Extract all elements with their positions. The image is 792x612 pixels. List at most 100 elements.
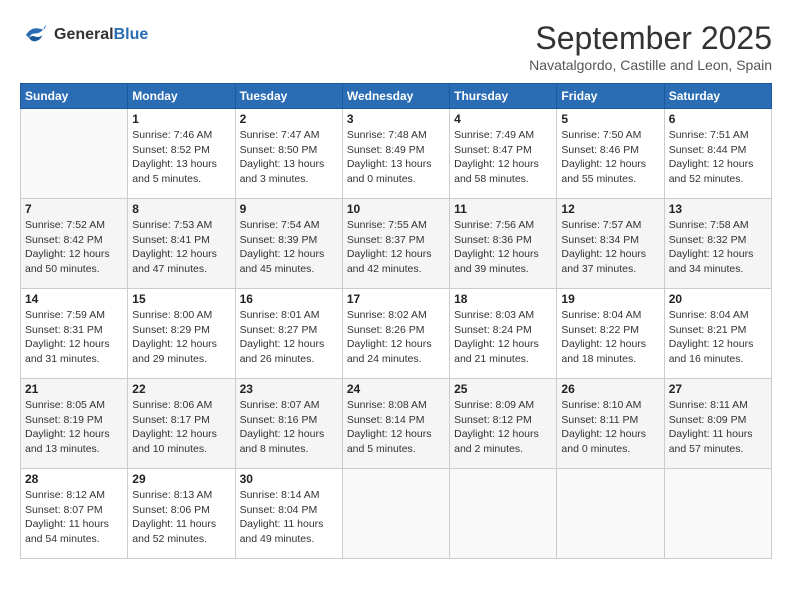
day-info: Sunrise: 7:53 AM Sunset: 8:41 PM Dayligh… bbox=[132, 218, 230, 277]
calendar-day-cell: 4 Sunrise: 7:49 AM Sunset: 8:47 PM Daylig… bbox=[450, 109, 557, 199]
calendar-table: SundayMondayTuesdayWednesdayThursdayFrid… bbox=[20, 83, 772, 559]
calendar-day-cell: 18 Sunrise: 8:03 AM Sunset: 8:24 PM Dayli… bbox=[450, 289, 557, 379]
day-number: 4 bbox=[454, 112, 552, 126]
day-info: Sunrise: 7:59 AM Sunset: 8:31 PM Dayligh… bbox=[25, 308, 123, 367]
calendar-day-cell: 12Sunrise: 7:57 AM Sunset: 8:34 PM Dayli… bbox=[557, 199, 664, 289]
day-info: Sunrise: 8:00 AM Sunset: 8:29 PM Dayligh… bbox=[132, 308, 230, 367]
page-header: GeneralBlue September 2025 Navatalgordo,… bbox=[20, 20, 772, 73]
day-number: 24 bbox=[347, 382, 445, 396]
calendar-day-cell: 27Sunrise: 8:11 AM Sunset: 8:09 PM Dayli… bbox=[664, 379, 771, 469]
calendar-week-row: 21 Sunrise: 8:05 AM Sunset: 8:19 PM Dayli… bbox=[21, 379, 772, 469]
calendar-day-cell: 7Sunrise: 7:52 AM Sunset: 8:42 PM Daylig… bbox=[21, 199, 128, 289]
day-number: 13 bbox=[669, 202, 767, 216]
day-info: Sunrise: 7:56 AM Sunset: 8:36 PM Dayligh… bbox=[454, 218, 552, 277]
day-number: 6 bbox=[669, 112, 767, 126]
day-number: 1 bbox=[132, 112, 230, 126]
calendar-day-cell bbox=[664, 469, 771, 559]
calendar-week-row: 1 Sunrise: 7:46 AM Sunset: 8:52 PM Daylig… bbox=[21, 109, 772, 199]
day-number: 27 bbox=[669, 382, 767, 396]
calendar-day-cell: 11 Sunrise: 7:56 AM Sunset: 8:36 PM Dayli… bbox=[450, 199, 557, 289]
weekday-header: Sunday bbox=[21, 84, 128, 109]
day-number: 28 bbox=[25, 472, 123, 486]
day-info: Sunrise: 8:04 AM Sunset: 8:22 PM Dayligh… bbox=[561, 308, 659, 367]
day-number: 10 bbox=[347, 202, 445, 216]
day-info: Sunrise: 8:12 AM Sunset: 8:07 PM Dayligh… bbox=[25, 488, 123, 547]
day-info: Sunrise: 7:55 AM Sunset: 8:37 PM Dayligh… bbox=[347, 218, 445, 277]
calendar-day-cell: 19 Sunrise: 8:04 AM Sunset: 8:22 PM Dayli… bbox=[557, 289, 664, 379]
day-number: 3 bbox=[347, 112, 445, 126]
weekday-header: Monday bbox=[128, 84, 235, 109]
day-info: Sunrise: 8:02 AM Sunset: 8:26 PM Dayligh… bbox=[347, 308, 445, 367]
day-number: 26 bbox=[561, 382, 659, 396]
calendar-week-row: 7Sunrise: 7:52 AM Sunset: 8:42 PM Daylig… bbox=[21, 199, 772, 289]
day-number: 14 bbox=[25, 292, 123, 306]
calendar-day-cell bbox=[450, 469, 557, 559]
weekday-header: Friday bbox=[557, 84, 664, 109]
day-info: Sunrise: 8:06 AM Sunset: 8:17 PM Dayligh… bbox=[132, 398, 230, 457]
weekday-header: Saturday bbox=[664, 84, 771, 109]
calendar-day-cell: 26 Sunrise: 8:10 AM Sunset: 8:11 PM Dayli… bbox=[557, 379, 664, 469]
calendar-day-cell: 25Sunrise: 8:09 AM Sunset: 8:12 PM Dayli… bbox=[450, 379, 557, 469]
day-info: Sunrise: 8:09 AM Sunset: 8:12 PM Dayligh… bbox=[454, 398, 552, 457]
calendar-day-cell: 22Sunrise: 8:06 AM Sunset: 8:17 PM Dayli… bbox=[128, 379, 235, 469]
day-number: 16 bbox=[240, 292, 338, 306]
day-number: 20 bbox=[669, 292, 767, 306]
day-number: 2 bbox=[240, 112, 338, 126]
day-number: 15 bbox=[132, 292, 230, 306]
day-info: Sunrise: 7:49 AM Sunset: 8:47 PM Dayligh… bbox=[454, 128, 552, 187]
calendar-day-cell: 13 Sunrise: 7:58 AM Sunset: 8:32 PM Dayli… bbox=[664, 199, 771, 289]
day-number: 9 bbox=[240, 202, 338, 216]
day-number: 19 bbox=[561, 292, 659, 306]
title-area: September 2025 Navatalgordo, Castille an… bbox=[529, 20, 772, 73]
day-number: 7 bbox=[25, 202, 123, 216]
calendar-day-cell: 6 Sunrise: 7:51 AM Sunset: 8:44 PM Daylig… bbox=[664, 109, 771, 199]
day-number: 18 bbox=[454, 292, 552, 306]
calendar-day-cell: 8 Sunrise: 7:53 AM Sunset: 8:41 PM Daylig… bbox=[128, 199, 235, 289]
day-info: Sunrise: 8:03 AM Sunset: 8:24 PM Dayligh… bbox=[454, 308, 552, 367]
calendar-day-cell: 17Sunrise: 8:02 AM Sunset: 8:26 PM Dayli… bbox=[342, 289, 449, 379]
logo-icon bbox=[20, 20, 50, 50]
day-info: Sunrise: 8:08 AM Sunset: 8:14 PM Dayligh… bbox=[347, 398, 445, 457]
weekday-header: Wednesday bbox=[342, 84, 449, 109]
day-info: Sunrise: 8:05 AM Sunset: 8:19 PM Dayligh… bbox=[25, 398, 123, 457]
day-info: Sunrise: 8:04 AM Sunset: 8:21 PM Dayligh… bbox=[669, 308, 767, 367]
day-number: 23 bbox=[240, 382, 338, 396]
day-number: 29 bbox=[132, 472, 230, 486]
calendar-day-cell bbox=[21, 109, 128, 199]
day-info: Sunrise: 8:07 AM Sunset: 8:16 PM Dayligh… bbox=[240, 398, 338, 457]
day-info: Sunrise: 7:48 AM Sunset: 8:49 PM Dayligh… bbox=[347, 128, 445, 187]
day-info: Sunrise: 7:46 AM Sunset: 8:52 PM Dayligh… bbox=[132, 128, 230, 187]
calendar-day-cell: 30 Sunrise: 8:14 AM Sunset: 8:04 PM Dayli… bbox=[235, 469, 342, 559]
calendar-day-cell: 15 Sunrise: 8:00 AM Sunset: 8:29 PM Dayli… bbox=[128, 289, 235, 379]
day-info: Sunrise: 7:50 AM Sunset: 8:46 PM Dayligh… bbox=[561, 128, 659, 187]
day-info: Sunrise: 7:47 AM Sunset: 8:50 PM Dayligh… bbox=[240, 128, 338, 187]
day-number: 30 bbox=[240, 472, 338, 486]
month-title: September 2025 bbox=[529, 20, 772, 57]
day-info: Sunrise: 8:14 AM Sunset: 8:04 PM Dayligh… bbox=[240, 488, 338, 547]
day-number: 8 bbox=[132, 202, 230, 216]
location-subtitle: Navatalgordo, Castille and Leon, Spain bbox=[529, 57, 772, 73]
calendar-header-row: SundayMondayTuesdayWednesdayThursdayFrid… bbox=[21, 84, 772, 109]
calendar-day-cell: 1 Sunrise: 7:46 AM Sunset: 8:52 PM Daylig… bbox=[128, 109, 235, 199]
day-info: Sunrise: 7:54 AM Sunset: 8:39 PM Dayligh… bbox=[240, 218, 338, 277]
day-info: Sunrise: 8:01 AM Sunset: 8:27 PM Dayligh… bbox=[240, 308, 338, 367]
weekday-header: Tuesday bbox=[235, 84, 342, 109]
calendar-week-row: 14 Sunrise: 7:59 AM Sunset: 8:31 PM Dayli… bbox=[21, 289, 772, 379]
logo-text: GeneralBlue bbox=[54, 26, 148, 44]
day-info: Sunrise: 7:51 AM Sunset: 8:44 PM Dayligh… bbox=[669, 128, 767, 187]
day-info: Sunrise: 8:10 AM Sunset: 8:11 PM Dayligh… bbox=[561, 398, 659, 457]
day-number: 11 bbox=[454, 202, 552, 216]
calendar-day-cell: 20 Sunrise: 8:04 AM Sunset: 8:21 PM Dayli… bbox=[664, 289, 771, 379]
calendar-day-cell: 3 Sunrise: 7:48 AM Sunset: 8:49 PM Daylig… bbox=[342, 109, 449, 199]
calendar-day-cell: 21 Sunrise: 8:05 AM Sunset: 8:19 PM Dayli… bbox=[21, 379, 128, 469]
calendar-day-cell: 10 Sunrise: 7:55 AM Sunset: 8:37 PM Dayli… bbox=[342, 199, 449, 289]
calendar-day-cell: 29 Sunrise: 8:13 AM Sunset: 8:06 PM Dayli… bbox=[128, 469, 235, 559]
logo: GeneralBlue bbox=[20, 20, 148, 50]
calendar-day-cell: 23 Sunrise: 8:07 AM Sunset: 8:16 PM Dayli… bbox=[235, 379, 342, 469]
day-info: Sunrise: 8:13 AM Sunset: 8:06 PM Dayligh… bbox=[132, 488, 230, 547]
day-number: 21 bbox=[25, 382, 123, 396]
calendar-day-cell: 2 Sunrise: 7:47 AM Sunset: 8:50 PM Daylig… bbox=[235, 109, 342, 199]
day-info: Sunrise: 7:58 AM Sunset: 8:32 PM Dayligh… bbox=[669, 218, 767, 277]
calendar-day-cell bbox=[557, 469, 664, 559]
calendar-day-cell: 14 Sunrise: 7:59 AM Sunset: 8:31 PM Dayli… bbox=[21, 289, 128, 379]
